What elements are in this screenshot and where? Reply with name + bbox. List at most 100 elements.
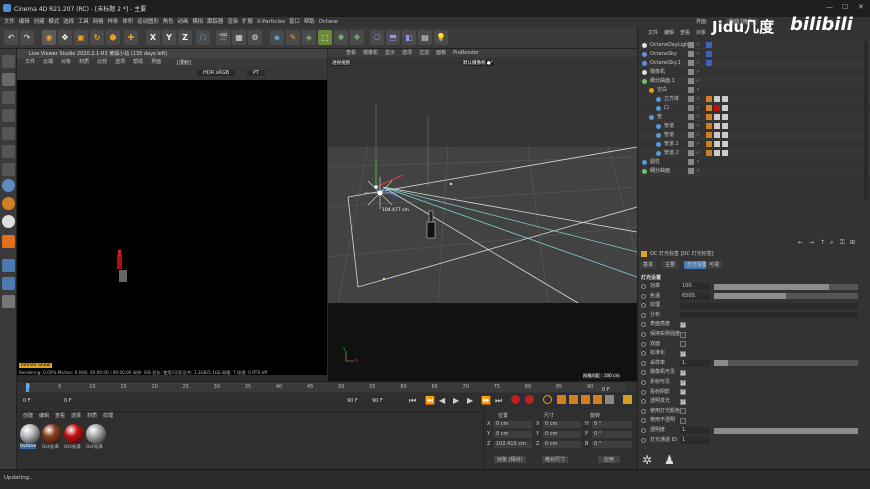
visibility-dots[interactable] [688, 132, 694, 138]
material-tag-icon[interactable] [722, 96, 728, 102]
lv-menu-item[interactable]: 帮助 [133, 59, 143, 65]
attr-value-field[interactable]: 1. [680, 359, 710, 367]
camera-icon[interactable]: ⎔ [370, 30, 384, 45]
octane-tag-icon[interactable] [706, 60, 712, 66]
material-tag-icon[interactable] [714, 123, 720, 129]
material-tag-icon[interactable] [722, 123, 728, 129]
object-row[interactable]: 细分曲面 ✓ [640, 167, 870, 176]
menu-item[interactable]: Octane [319, 17, 338, 27]
attr-checkbox[interactable] [680, 331, 686, 338]
material-swatch[interactable] [42, 424, 62, 444]
light-bulb-icon[interactable]: 💡 [434, 30, 448, 45]
menu-item[interactable]: 窗口 [289, 17, 300, 27]
anim-dot-icon[interactable] [641, 428, 646, 433]
enable-check-icon[interactable]: ✓ [696, 95, 700, 104]
attr-checkbox[interactable]: ✓ [680, 321, 686, 328]
attr-checkbox[interactable] [680, 408, 686, 415]
record-icon[interactable] [511, 395, 520, 404]
axis-y-button[interactable]: Y [162, 30, 176, 45]
anim-dot-icon[interactable] [641, 351, 646, 357]
key-pla-icon[interactable] [605, 395, 614, 404]
channel-select[interactable]: [漫射] [177, 59, 191, 66]
effector-icon[interactable]: ✺ [334, 30, 348, 45]
material-swatch[interactable] [20, 424, 40, 444]
visibility-dots[interactable] [688, 96, 694, 102]
close-icon[interactable]: ✕ [858, 3, 864, 11]
auto-key-icon[interactable] [525, 395, 534, 404]
object-menu-item[interactable]: 查看 [680, 30, 690, 36]
texture-mode-icon[interactable] [2, 91, 15, 104]
anim-dot-icon[interactable] [641, 341, 646, 347]
attr-checkbox[interactable]: ✓ [680, 350, 686, 357]
search-icon[interactable]: ⌕ [830, 239, 833, 247]
viewport-3d[interactable]: 透视视图 默认摄像机 ●° 104.477 cm 网格间距 : 100 cm Y… [328, 57, 637, 381]
material-tag-icon[interactable] [706, 141, 712, 147]
visibility-dots[interactable] [688, 60, 694, 66]
anim-dot-icon[interactable] [641, 408, 646, 414]
visibility-dots[interactable] [688, 51, 694, 57]
pt-mode-select[interactable]: PT [247, 70, 266, 76]
menu-item[interactable]: 文件 [4, 17, 15, 27]
menu-item[interactable]: 运动图形 [137, 17, 159, 27]
coord-field[interactable]: 0 cm [543, 421, 581, 428]
subdivision-icon[interactable]: ◈ [302, 30, 316, 45]
material-menu-item[interactable]: 创建 [23, 413, 33, 419]
redo-icon[interactable]: ↷ [20, 30, 34, 45]
snap-s1-icon[interactable] [2, 179, 15, 192]
viewport-menu-item[interactable]: 查看 [346, 50, 356, 56]
object-scrollbar[interactable] [864, 41, 868, 201]
workplane-icon[interactable] [2, 259, 15, 272]
menu-item[interactable]: 创建 [34, 17, 45, 27]
attr-value-field[interactable]: 1. [680, 427, 710, 434]
lock-icon[interactable] [2, 277, 15, 290]
viewport-menu-item[interactable]: ProRender [453, 50, 479, 56]
object-row[interactable]: 细分曲面.1 ✓ [640, 77, 870, 86]
material-tag-icon[interactable] [722, 150, 728, 156]
select-icon[interactable]: ◉ [42, 30, 56, 45]
material-tag-icon[interactable] [722, 132, 728, 138]
material-tag-icon[interactable] [706, 114, 712, 120]
anim-dot-icon[interactable] [641, 322, 646, 328]
prev-key-icon[interactable]: ⏪ [425, 396, 435, 405]
visibility-dots[interactable] [688, 141, 694, 147]
move-icon[interactable]: ✥ [58, 30, 72, 45]
render-settings-icon[interactable]: ⚙ [248, 30, 262, 45]
hdr-mode-select[interactable]: HDR sRGB [197, 70, 236, 76]
visibility-dots[interactable] [688, 123, 694, 129]
timeline-settings-icon[interactable] [623, 395, 632, 404]
object-menu-item[interactable]: 编辑 [664, 30, 674, 36]
next-frame-icon[interactable]: ▶ [467, 396, 473, 405]
rotate-icon[interactable]: ↻ [90, 30, 104, 45]
anim-dot-icon[interactable] [641, 312, 646, 318]
attr-slider[interactable] [714, 360, 858, 367]
viewport-menu-item[interactable]: 选项 [402, 50, 412, 56]
floor-icon[interactable]: ▤ [418, 30, 432, 45]
attr-slider[interactable] [714, 283, 858, 290]
go-start-icon[interactable]: ⏮ [409, 396, 416, 406]
attr-checkbox[interactable]: ✓ [680, 379, 686, 386]
pen-icon[interactable]: ✎ [286, 30, 300, 45]
coord-field[interactable]: 0 ° [592, 441, 632, 448]
attr-tab[interactable]: 主要 [662, 261, 679, 269]
coord-field[interactable]: 102.415 cm [494, 441, 532, 448]
lv-menu-item[interactable]: 比较 [97, 59, 107, 65]
coord-field[interactable]: 0 ° [592, 431, 632, 438]
timeline-panel[interactable]: 0 F 0 F 90 F 90 F 0 F ⏮ ⏪ ◀ ▶ ▶ ⏩ ⏭ 0 5 10… [17, 381, 637, 411]
menu-item[interactable]: 帮助 [304, 17, 315, 27]
enable-check-icon[interactable]: ✓ [696, 77, 700, 86]
edge-mode-icon[interactable] [2, 127, 15, 140]
viewport-menu-item[interactable]: 摄像机 [363, 50, 378, 56]
coord-field[interactable]: 0 ° [592, 421, 632, 428]
paint-icon[interactable] [2, 235, 15, 248]
enable-check-icon[interactable]: ✓ [696, 149, 700, 158]
scale-icon[interactable]: ▣ [74, 30, 88, 45]
object-row[interactable]: 管道 ✓ [640, 131, 870, 140]
lv-menu-item[interactable]: 界面 [151, 59, 161, 65]
coord-field[interactable]: 0 cm [494, 421, 532, 428]
material-tag-icon[interactable] [722, 141, 728, 147]
visibility-dots[interactable] [688, 159, 694, 165]
object-row[interactable]: 空白 ✓ [640, 86, 870, 95]
lv-menu-item[interactable]: 对象 [61, 59, 71, 65]
light-icon[interactable]: ⬒ [386, 30, 400, 45]
tag-icon[interactable]: ◧ [402, 30, 416, 45]
